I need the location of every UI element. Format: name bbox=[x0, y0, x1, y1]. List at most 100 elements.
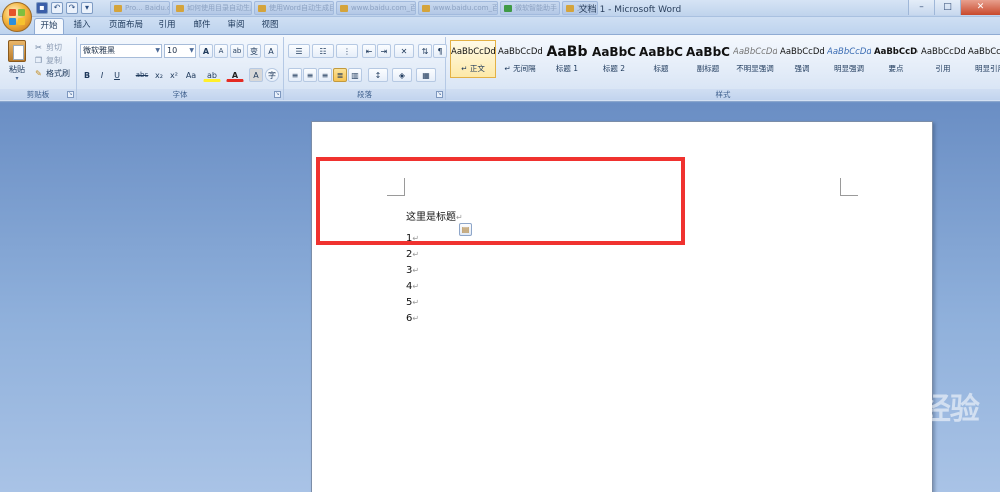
show-marks-button[interactable]: ¶ bbox=[433, 44, 447, 58]
style-name: 标题 1 bbox=[555, 64, 579, 73]
office-button[interactable] bbox=[2, 2, 32, 32]
font-launcher-icon[interactable]: ↘ bbox=[274, 91, 281, 98]
style-name: ↵ 无间隔 bbox=[504, 64, 536, 73]
paste-options-icon[interactable]: ▤ bbox=[459, 223, 472, 236]
document-page[interactable]: 这里是标题↵ ▤ 1↵ 2↵ 3↵ 4↵ 5↵ 6↵ bbox=[311, 121, 933, 492]
chevron-down-icon: ▼ bbox=[155, 47, 160, 54]
style-item[interactable]: AaBbCcDd 明显引用 bbox=[967, 40, 1000, 78]
char-shading-button[interactable]: A bbox=[249, 68, 263, 82]
shading-button[interactable]: ◈ bbox=[392, 68, 412, 82]
style-item[interactable]: AaBb 标题 1 bbox=[544, 40, 590, 78]
taskbar-item[interactable]: 微软智能助手 bbox=[500, 1, 560, 15]
align-right-button[interactable]: ≡ bbox=[318, 68, 332, 82]
phonetic-guide-button[interactable]: 变 bbox=[247, 44, 261, 58]
document-line[interactable]: 1↵ bbox=[406, 233, 419, 244]
increase-indent-button[interactable]: ⇥ bbox=[377, 44, 391, 58]
highlight-button[interactable]: ab bbox=[203, 68, 221, 82]
bold-button[interactable]: B bbox=[80, 68, 94, 82]
italic-button[interactable]: I bbox=[95, 68, 109, 82]
format-painter-button[interactable]: ✎ 格式刷 bbox=[34, 68, 70, 79]
document-line[interactable]: 3↵ bbox=[406, 265, 419, 276]
maximize-button[interactable]: □ bbox=[934, 0, 960, 15]
style-item[interactable]: AaBbCcDd ↵ 无间隔 bbox=[497, 40, 543, 78]
justify-button[interactable]: ≣ bbox=[333, 68, 347, 82]
document-line[interactable]: 4↵ bbox=[406, 281, 419, 292]
document-line[interactable]: 5↵ bbox=[406, 297, 419, 308]
paragraph-launcher-icon[interactable]: ↘ bbox=[436, 91, 443, 98]
tab-references[interactable]: 引用 bbox=[153, 18, 181, 34]
cut-label: 剪切 bbox=[46, 43, 62, 52]
document-line[interactable]: 6↵ bbox=[406, 313, 419, 324]
style-item[interactable]: AaBbCcDd ↵ 正文 bbox=[450, 40, 496, 78]
subscript-button[interactable]: x₂ bbox=[152, 68, 166, 82]
distributed-button[interactable]: ▥ bbox=[348, 68, 362, 82]
style-item[interactable]: AaBbCcDd 不明显强调 bbox=[732, 40, 778, 78]
multilevel-list-button[interactable]: ⋮ bbox=[336, 44, 358, 58]
taskbar-item[interactable]: Pro... Baidu.co bbox=[110, 1, 170, 15]
align-left-button[interactable]: ≡ bbox=[288, 68, 302, 82]
style-item[interactable]: AaBbC 标题 2 bbox=[591, 40, 637, 78]
cut-button[interactable]: ✂ 剪切 bbox=[34, 42, 62, 53]
chinese-layout-button[interactable]: ✕ bbox=[394, 44, 414, 58]
redo-icon[interactable]: ↷ bbox=[66, 2, 78, 14]
save-icon[interactable]: ▪ bbox=[36, 2, 48, 14]
document-line[interactable]: 2↵ bbox=[406, 249, 419, 260]
style-item[interactable]: AaBbCcDd 引用 bbox=[920, 40, 966, 78]
format-painter-label: 格式刷 bbox=[46, 69, 70, 78]
font-size-select[interactable]: 10 ▼ bbox=[164, 44, 196, 58]
ribbon-tabs: 开始 插入 页面布局 引用 邮件 审阅 视图 bbox=[0, 17, 1000, 34]
enclose-char-button[interactable]: 字 bbox=[265, 68, 279, 82]
tab-view[interactable]: 视图 bbox=[256, 18, 284, 34]
bullets-button[interactable]: ☰ bbox=[288, 44, 310, 58]
align-center-button[interactable]: ≡ bbox=[303, 68, 317, 82]
clear-format-button[interactable]: ab bbox=[230, 44, 244, 58]
tab-home[interactable]: 开始 bbox=[34, 18, 64, 34]
paste-dropdown-icon[interactable]: ▾ bbox=[4, 75, 30, 82]
styles-group: AaBbCcDd ↵ 正文 AaBbCcDd ↵ 无间隔 AaBb 标题 1 AaBbC 标题… bbox=[446, 37, 1000, 100]
borders-button[interactable]: ▦ bbox=[416, 68, 436, 82]
tab-mailings[interactable]: 邮件 bbox=[188, 18, 216, 34]
paste-button[interactable]: 粘贴 ▾ bbox=[4, 39, 30, 83]
taskbar-item[interactable]: 使用Word自动生成目录_百度经验 bbox=[254, 1, 334, 15]
document-workspace[interactable]: 这里是标题↵ ▤ 1↵ 2↵ 3↵ 4↵ 5↵ 6↵ bbox=[0, 103, 1000, 492]
style-item[interactable]: AaBbCcDd 明显强调 bbox=[826, 40, 872, 78]
taskbar-item[interactable]: 如何使用目录自动生成标题 bbox=[172, 1, 252, 15]
decrease-indent-button[interactable]: ⇤ bbox=[362, 44, 376, 58]
style-item[interactable]: AaBbCcDd 强调 bbox=[779, 40, 825, 78]
style-sample: AaBbCcDd bbox=[921, 47, 966, 57]
undo-icon[interactable]: ↶ bbox=[51, 2, 63, 14]
underline-button[interactable]: U bbox=[110, 68, 124, 82]
font-name-select[interactable]: 微软雅黑 ▼ bbox=[80, 44, 162, 58]
office-logo-icon bbox=[9, 9, 25, 25]
grow-font-button[interactable]: A bbox=[199, 44, 213, 58]
document-title-line[interactable]: 这里是标题↵ bbox=[406, 208, 463, 223]
copy-button[interactable]: ❐ 复制 bbox=[34, 55, 62, 66]
style-item[interactable]: AaBbC 标题 bbox=[638, 40, 684, 78]
font-name-value: 微软雅黑 bbox=[83, 46, 115, 55]
change-case-button[interactable]: Aa bbox=[182, 68, 200, 82]
tab-insert[interactable]: 插入 bbox=[68, 18, 96, 34]
minimize-button[interactable]: – bbox=[908, 0, 934, 15]
style-item[interactable]: AaBbCcDd 要点 bbox=[873, 40, 919, 78]
paragraph-mark-icon: ↵ bbox=[412, 282, 420, 291]
taskbar-item[interactable]: www.baidu.com_百度经验 bbox=[336, 1, 416, 15]
style-item[interactable]: AaBbC 副标题 bbox=[685, 40, 731, 78]
clipboard-launcher-icon[interactable]: ↘ bbox=[67, 91, 74, 98]
numbering-button[interactable]: ☷ bbox=[312, 44, 334, 58]
sort-button[interactable]: ⇅ bbox=[418, 44, 432, 58]
line-spacing-button[interactable]: ↕ bbox=[368, 68, 388, 82]
paragraph-group: ☰ ☷ ⋮ ⇤ ⇥ ✕ ⇅ ¶ ≡ ≡ ≡ ≣ ▥ ↕ ◈ ▦ 段落 ↘ bbox=[284, 37, 447, 100]
shrink-font-button[interactable]: A bbox=[214, 44, 228, 58]
tab-page-layout[interactable]: 页面布局 bbox=[104, 18, 148, 34]
window-title: 文档 1 - Microsoft Word bbox=[578, 5, 682, 15]
style-sample: AaBbCcDd bbox=[968, 47, 1000, 57]
font-color-button[interactable]: A bbox=[226, 68, 244, 82]
strikethrough-button[interactable]: abc bbox=[133, 68, 151, 82]
superscript-button[interactable]: x² bbox=[167, 68, 181, 82]
close-button[interactable]: ✕ bbox=[960, 0, 1000, 15]
qat-customize-icon[interactable]: ▾ bbox=[81, 2, 93, 14]
font-group-label: 字体 bbox=[77, 89, 283, 100]
taskbar-item[interactable]: www.baidu.com_百度 bbox=[418, 1, 498, 15]
tab-review[interactable]: 审阅 bbox=[222, 18, 250, 34]
char-border-button[interactable]: A bbox=[264, 44, 278, 58]
